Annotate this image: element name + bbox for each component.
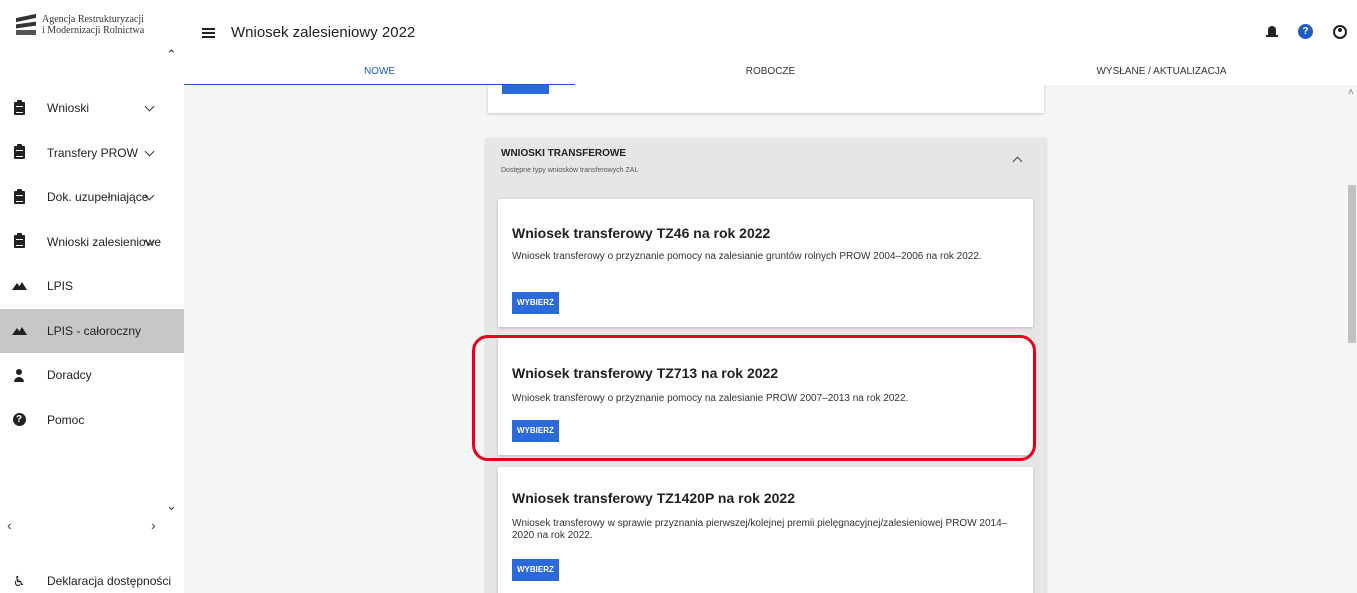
chevron-down-icon <box>144 190 155 201</box>
arimr-logo[interactable]: Agencja Restrukturyzacji i Modernizacji … <box>16 13 144 36</box>
scroll-left-icon[interactable]: ‹ <box>7 517 12 533</box>
arimr-logo-icon <box>16 13 36 36</box>
card-title: Wniosek transferowy TZ46 na rok 2022 <box>512 225 771 241</box>
accessibility-icon: ♿ <box>12 572 26 589</box>
select-button[interactable]: WYBIERZ <box>502 85 549 94</box>
chevron-down-icon <box>144 101 155 112</box>
section-subtitle: Dostępne typy wniosków transferowych ZAL <box>501 167 639 174</box>
sidebar-item-label: LPIS <box>47 279 74 294</box>
section-title: WNIOSKI TRANSFEROWE <box>501 148 626 159</box>
application-card-tz713: Wniosek transferowy TZ713 na rok 2022 Wn… <box>498 338 1033 455</box>
logo-line-1: Agencja Restrukturyzacji <box>42 14 144 25</box>
help-icon[interactable]: ? <box>1298 24 1313 39</box>
sidebar-horizontal-scrollbar[interactable]: ‹ › <box>0 517 184 535</box>
sidebar-item-label: Doradcy <box>47 368 92 383</box>
mountain-icon <box>12 279 27 293</box>
sidebar: Agencja Restrukturyzacji i Modernizacji … <box>0 0 193 593</box>
sidebar-item-wnioski[interactable]: Wnioski <box>0 86 193 131</box>
card-title: Wniosek transferowy TZ713 na rok 2022 <box>512 365 779 381</box>
sidebar-item-label: Wnioski zalesieniowe <box>47 234 162 249</box>
sidebar-item-deklaracja-dostepnosci[interactable]: ♿ Deklaracja dostępności <box>0 569 184 593</box>
logo-text: Agencja Restrukturyzacji i Modernizacji … <box>42 14 144 36</box>
help-circle-icon: ? <box>12 413 26 427</box>
tab-wyslane-aktualizacja[interactable]: WYSŁANE / AKTUALIZACJA <box>966 62 1357 85</box>
card-description: Wniosek transferowy w sprawie przyznania… <box>512 518 1008 541</box>
sidebar-scroll-down-icon[interactable]: ⌄ <box>166 498 177 514</box>
top-bar: Wniosek zalesieniowy 2022 ? <box>184 0 1357 62</box>
sidebar-item-pomoc[interactable]: ? Pomoc <box>0 398 193 443</box>
clipboard-icon <box>12 233 26 249</box>
card-title: Wniosek transferowy TZ1420P na rok 2022 <box>512 490 795 506</box>
sidebar-item-dok-uzupelniajace[interactable]: Dok. uzupełniające <box>0 175 193 220</box>
mountain-icon <box>12 324 27 338</box>
application-card-tz46: Wniosek transferowy TZ46 na rok 2022 Wni… <box>498 199 1033 327</box>
bell-icon[interactable] <box>1266 25 1278 39</box>
person-icon <box>12 368 26 382</box>
chevron-down-icon <box>144 235 155 245</box>
account-icon[interactable] <box>1333 24 1347 39</box>
sidebar-item-transfery-prow[interactable]: Transfery PROW <box>0 131 193 176</box>
tab-nowe[interactable]: NOWE <box>184 62 575 85</box>
sidebar-item-lpis[interactable]: LPIS <box>0 264 193 309</box>
transfer-applications-section: WNIOSKI TRANSFEROWE Dostępne typy wniosk… <box>486 138 1046 593</box>
logo-line-2: i Modernizacji Rolnictwa <box>42 25 145 36</box>
sidebar-item-label: Dok. uzupełniające <box>47 190 149 205</box>
clipboard-icon <box>12 188 26 204</box>
sidebar-scroll-up-icon[interactable]: ⌃ <box>166 47 177 63</box>
menu-icon[interactable] <box>202 28 215 38</box>
clipboard-icon <box>12 99 26 115</box>
clipboard-icon <box>12 144 26 160</box>
chevron-down-icon <box>144 146 155 156</box>
sidebar-item-label: Wnioski <box>47 101 90 116</box>
sidebar-item-lpis-caloroczny[interactable]: LPIS - całoroczny <box>0 308 193 353</box>
scroll-right-icon[interactable]: › <box>151 517 156 533</box>
sidebar-nav: Wnioski Transfery PROW Dok. uzupełniając… <box>0 86 193 442</box>
select-button[interactable]: WYBIERZ <box>512 292 559 314</box>
main-content: WYBIERZ WNIOSKI TRANSFEROWE Dostępne typ… <box>184 85 1344 593</box>
chevron-up-icon[interactable] <box>1012 156 1023 167</box>
sidebar-item-label: Transfery PROW <box>47 145 138 160</box>
card-description: Wniosek transferowy o przyznanie pomocy … <box>512 251 982 262</box>
select-button[interactable]: WYBIERZ <box>512 559 559 581</box>
main-vertical-scrollbar[interactable]: ˄ <box>1344 85 1357 593</box>
top-icons: ? <box>1266 24 1347 39</box>
previous-card: WYBIERZ <box>488 85 1044 113</box>
tab-robocze[interactable]: ROBOCZE <box>575 62 966 85</box>
card-description: Wniosek transferowy o przyznanie pomocy … <box>512 393 909 404</box>
sidebar-item-label: Pomoc <box>47 412 85 427</box>
sidebar-item-label: Deklaracja dostępności <box>47 574 172 588</box>
sidebar-item-wnioski-zalesieniowe[interactable]: Wnioski zalesieniowe <box>0 220 193 265</box>
sidebar-item-doradcy[interactable]: Doradcy <box>0 353 193 398</box>
scroll-up-icon[interactable]: ˄ <box>1348 87 1354 98</box>
page-title: Wniosek zalesieniowy 2022 <box>231 24 416 41</box>
scrollbar-thumb[interactable] <box>1348 185 1356 343</box>
application-card-tz1420p: Wniosek transferowy TZ1420P na rok 2022 … <box>498 467 1033 593</box>
tabs: NOWE ROBOCZE WYSŁANE / AKTUALIZACJA <box>184 62 1357 85</box>
select-button[interactable]: WYBIERZ <box>512 420 559 442</box>
sidebar-item-label: LPIS - całoroczny <box>47 323 142 338</box>
